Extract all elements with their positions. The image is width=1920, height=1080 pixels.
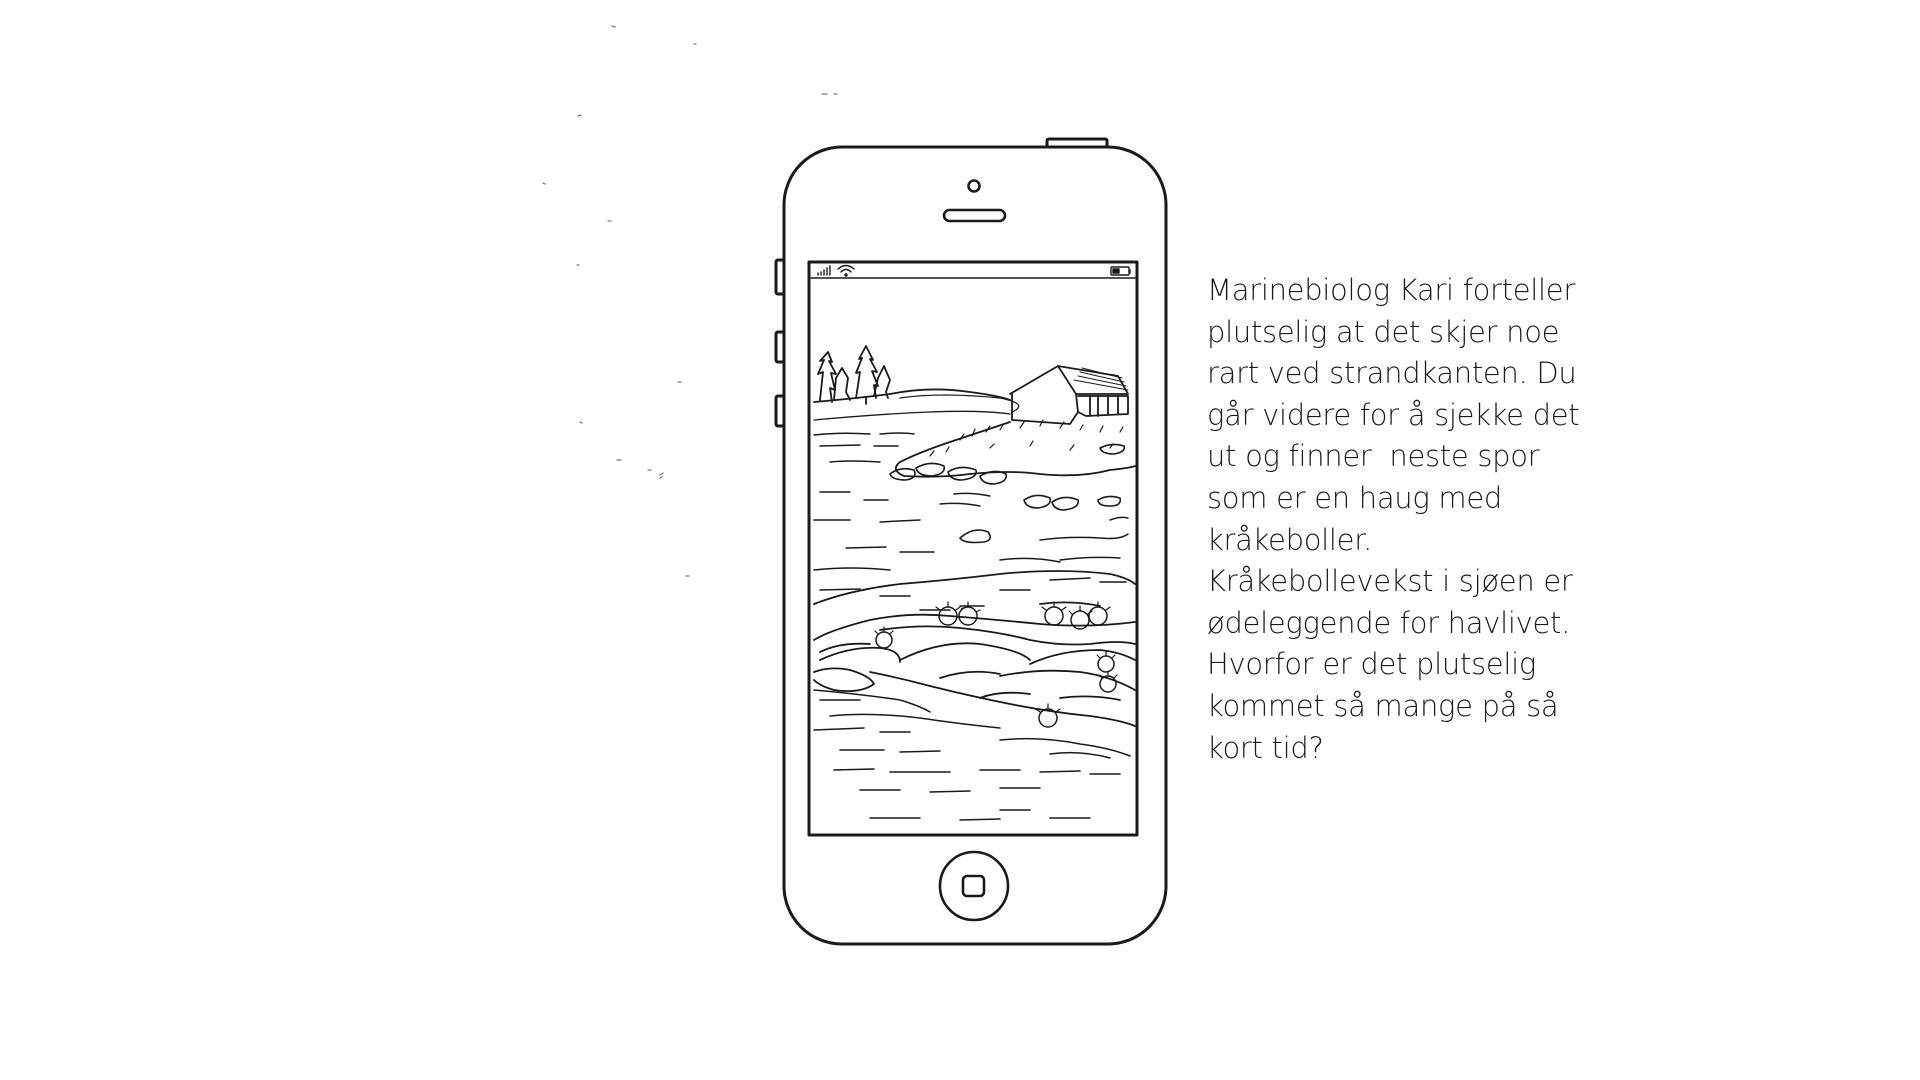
slide: Marinebiolog Kari forteller plutselig at… [0,0,1920,1080]
sea-urchin-icon [1038,708,1058,728]
coastal-scene [813,345,1136,821]
status-bar [817,264,1131,277]
battery-icon [1110,266,1131,276]
scan-specks [542,25,838,577]
sea-urchin-icon [1088,606,1108,626]
signal-icon [817,265,831,276]
story-line: ut og finner neste spor [1207,439,1540,474]
phone-illustration [542,25,1168,946]
story-line: går videre for å sjekke det [1207,397,1580,432]
wifi-icon [837,264,855,277]
boathouse [1009,365,1129,425]
story-line: kort tid? [1207,730,1324,765]
story-line: ødeleggende for havlivet. [1207,605,1571,640]
story-line: kommet så mange på så [1207,688,1559,723]
rock-slabs [813,570,1136,727]
story-line: kråkeboller. [1207,522,1373,557]
story-line: som er en haug med [1207,480,1502,515]
sea-urchin-icon [1044,606,1064,626]
home-square-icon [961,874,986,898]
story-line: Hvorfor er det plutselig [1207,647,1537,682]
story-line: Kråkebollevekst i sjøen er [1207,564,1573,599]
phone-body [774,137,1168,946]
home-button [938,850,1010,922]
story-line: plutselig at det skjer noe [1207,314,1560,349]
water [813,432,1129,611]
shore-rocks [889,443,1126,544]
story-line: rart ved strandkanten. Du [1207,356,1577,391]
story-text: Marinebiolog Kari forteller plutselig at… [1207,270,1607,769]
story-line: Marinebiolog Kari forteller [1207,273,1575,307]
camera-icon [967,179,981,193]
lower-sea [813,689,1131,821]
earpiece [942,179,1007,223]
phone-screen [807,260,1139,837]
